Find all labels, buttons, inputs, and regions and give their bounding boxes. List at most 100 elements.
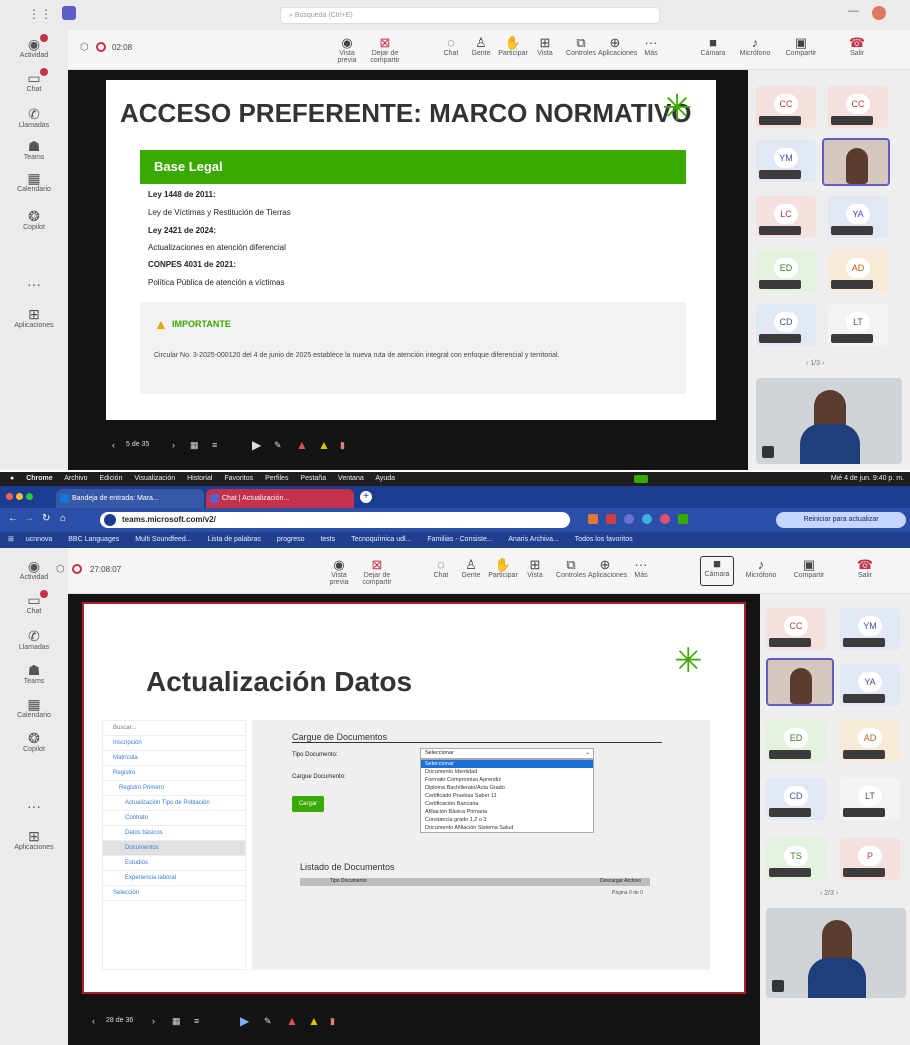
- grid-view-icon[interactable]: ▦: [172, 1016, 181, 1027]
- self-video[interactable]: [756, 378, 902, 464]
- presenter-video-tile[interactable]: [822, 138, 890, 186]
- menu-chrome[interactable]: Chrome: [26, 475, 52, 482]
- menu-edicion[interactable]: Edición: [100, 475, 123, 482]
- apps-button[interactable]: ⊕ Aplicaciones: [598, 36, 637, 58]
- browser-tab-inbox[interactable]: Bandeja de entrada: Mara...: [56, 489, 204, 508]
- rail-teams[interactable]: ☗ Teams: [0, 138, 68, 161]
- dropdown-option-selected[interactable]: Seleccionar: [421, 760, 593, 768]
- menu-visualizacion[interactable]: Visualización: [134, 475, 175, 482]
- people-button[interactable]: ♙ Gente: [464, 36, 498, 58]
- camera-button[interactable]: ■ Cámara: [696, 36, 730, 58]
- bookmark-item[interactable]: Multi Soundfeed...: [135, 536, 191, 543]
- participant-tile[interactable]: LC: [756, 196, 816, 238]
- controls-button[interactable]: ⧉ Controles: [554, 558, 588, 580]
- pointer-icon[interactable]: ▶: [240, 1014, 249, 1028]
- eraser-icon[interactable]: ▮: [340, 440, 345, 451]
- bookmark-item[interactable]: Familias - Consiste...: [427, 536, 492, 543]
- menu-pestana[interactable]: Pestaña: [300, 475, 326, 482]
- highlighter-icon[interactable]: ▲: [308, 1014, 320, 1028]
- chat-button[interactable]: ◌ Chat: [434, 36, 468, 58]
- dropdown-option[interactable]: Afiliación Básica Primaria: [421, 808, 593, 816]
- rail-chat[interactable]: ▭ Chat: [0, 590, 68, 615]
- participant-tile[interactable]: LT: [828, 304, 888, 346]
- extension6-icon[interactable]: [678, 514, 688, 524]
- participant-tile[interactable]: LT: [840, 778, 900, 820]
- menu-item-active[interactable]: Documentos: [103, 841, 245, 856]
- notes-icon[interactable]: ≡: [194, 1016, 199, 1026]
- controls-button[interactable]: ⧉ Controles: [564, 36, 598, 58]
- rail-calls[interactable]: ✆ Llamadas: [0, 106, 68, 129]
- rail-calendar[interactable]: ▦ Calendario: [0, 696, 68, 719]
- dropdown-option[interactable]: Formato Compromiso Aprendiz: [421, 776, 593, 784]
- dropdown-option[interactable]: Certificado Pruebas Saber 11: [421, 792, 593, 800]
- rail-copilot[interactable]: ❂ Copilot: [0, 730, 68, 753]
- raise-hand-button[interactable]: ✋ Participar: [496, 36, 530, 58]
- bookmark-item[interactable]: Todos los favoritos: [575, 536, 633, 543]
- participant-tile[interactable]: P: [840, 838, 900, 880]
- bookmark-item[interactable]: tests: [320, 536, 335, 543]
- update-button[interactable]: Reiniciar para actualizar: [776, 512, 906, 528]
- menu-item[interactable]: Contrato: [103, 811, 245, 826]
- bookmark-item[interactable]: Tecnoquímica udl...: [351, 536, 411, 543]
- menu-ventana[interactable]: Ventana: [338, 475, 364, 482]
- mic-button[interactable]: ♪ Micrófono: [744, 558, 778, 580]
- menu-item[interactable]: Matrícula: [103, 751, 245, 766]
- self-video[interactable]: [766, 908, 906, 998]
- participant-tile[interactable]: CC: [766, 608, 826, 650]
- camera-button[interactable]: ■ Cámara: [700, 556, 734, 586]
- people-button[interactable]: ♙ Gente: [454, 558, 488, 580]
- mic-button[interactable]: ♪ Micrófono: [738, 36, 772, 58]
- cargar-button[interactable]: Cargar: [292, 796, 324, 812]
- laser-icon[interactable]: ▲: [296, 438, 308, 452]
- preview-button[interactable]: ◉ Vista previa: [330, 36, 364, 65]
- window-zoom-icon[interactable]: [26, 493, 33, 500]
- next-slide-icon[interactable]: ›: [172, 440, 175, 450]
- participant-tile[interactable]: CC: [756, 86, 816, 128]
- browser-tab-chat[interactable]: Chat | Actualización...: [206, 489, 354, 508]
- menu-perfiles[interactable]: Perfiles: [265, 475, 288, 482]
- extension3-icon[interactable]: [624, 514, 634, 524]
- apple-icon[interactable]: ●: [10, 475, 14, 482]
- view-button[interactable]: ⊞ Vista: [528, 36, 562, 58]
- grid-icon[interactable]: ⋮⋮: [28, 7, 52, 21]
- rail-more[interactable]: ···: [0, 798, 68, 814]
- new-tab-icon[interactable]: +: [360, 491, 372, 503]
- rail-more[interactable]: ···: [0, 276, 68, 292]
- participant-tile[interactable]: TS: [766, 838, 826, 880]
- participant-tile[interactable]: YM: [840, 608, 900, 650]
- more-button[interactable]: ··· Más: [634, 36, 668, 58]
- participant-tile[interactable]: AD: [828, 250, 888, 292]
- menu-item[interactable]: Selección: [103, 886, 245, 901]
- rail-apps[interactable]: ⊞ Aplicaciones: [0, 306, 68, 329]
- gallery-pager[interactable]: ‹ 1/3 ›: [806, 360, 824, 367]
- leave-button[interactable]: ☎ Salir: [848, 558, 882, 580]
- dropdown-option[interactable]: Certificación Bancaria: [421, 800, 593, 808]
- apps-grid-icon[interactable]: ⊞: [8, 536, 14, 543]
- eraser-icon[interactable]: ▮: [330, 1016, 335, 1027]
- menu-favoritos[interactable]: Favoritos: [224, 475, 253, 482]
- chat-button[interactable]: ◌ Chat: [424, 558, 458, 580]
- extension5-icon[interactable]: [660, 514, 670, 524]
- participant-tile[interactable]: YM: [756, 140, 816, 182]
- stop-sharing-button[interactable]: ⊠ Dejar de compartir: [360, 558, 394, 587]
- rail-activity[interactable]: ◉ Actividad: [0, 34, 68, 59]
- dropdown-option[interactable]: Constancia grado 1,2 o 3: [421, 816, 593, 824]
- participant-tile[interactable]: CC: [828, 86, 888, 128]
- home-icon[interactable]: ⌂: [60, 513, 66, 524]
- prev-slide-icon[interactable]: ‹: [92, 1016, 95, 1026]
- more-button[interactable]: ··· Más: [624, 558, 658, 580]
- laser-icon[interactable]: ▲: [286, 1014, 298, 1028]
- menu-ayuda[interactable]: Ayuda: [375, 475, 395, 482]
- view-button[interactable]: ⊞ Vista: [518, 558, 552, 580]
- participant-tile[interactable]: CD: [756, 304, 816, 346]
- menu-item[interactable]: Estudios: [103, 856, 245, 871]
- pointer-icon[interactable]: ▶: [252, 438, 261, 452]
- bookmark-item[interactable]: progreso: [277, 536, 305, 543]
- highlighter-icon[interactable]: ▲: [318, 438, 330, 452]
- menu-archivo[interactable]: Archivo: [64, 475, 87, 482]
- back-icon[interactable]: ←: [8, 513, 18, 524]
- preview-button[interactable]: ◉ Vista previa: [322, 558, 356, 587]
- menu-item[interactable]: Experiencia laboral: [103, 871, 245, 886]
- leave-button[interactable]: ☎ Salir: [840, 36, 874, 58]
- rail-chat[interactable]: ▭ Chat: [0, 68, 68, 93]
